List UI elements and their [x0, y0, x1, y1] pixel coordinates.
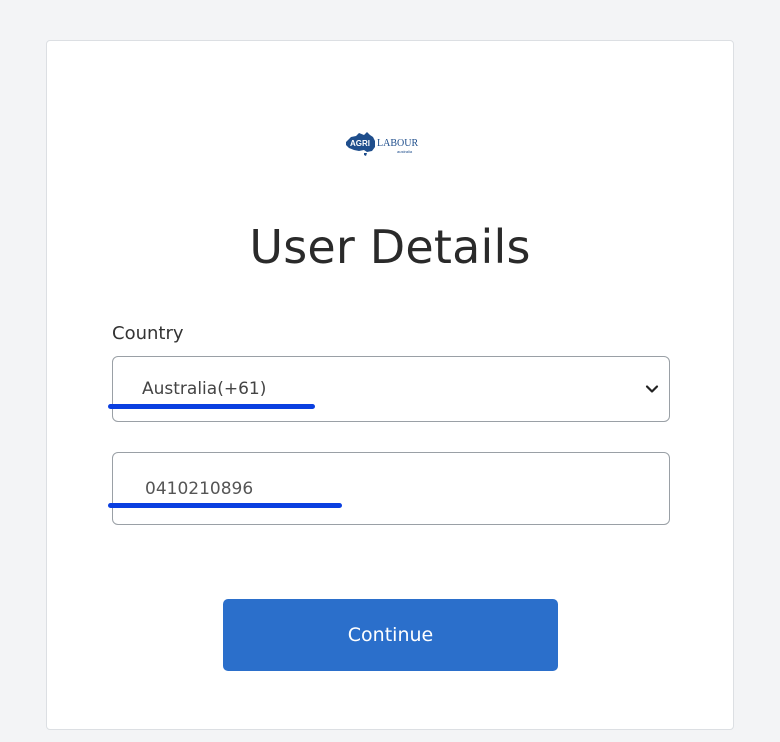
svg-text:AGRI: AGRI: [350, 139, 370, 148]
annotation-underline-phone: [108, 503, 342, 508]
continue-button[interactable]: Continue: [223, 599, 558, 671]
phone-field-container: [112, 452, 670, 525]
country-select[interactable]: Australia(+61): [112, 356, 670, 422]
chevron-down-icon: [644, 381, 660, 397]
svg-text:australia: australia: [397, 149, 413, 154]
country-select-value: Australia(+61): [142, 379, 267, 399]
phone-number-input[interactable]: [145, 479, 625, 499]
annotation-underline-country: [108, 404, 315, 409]
country-label: Country: [112, 323, 184, 344]
page-title: User Details: [249, 220, 531, 274]
svg-text:LABOUR: LABOUR: [377, 138, 418, 149]
agri-labour-logo: AGRI LABOUR australia: [342, 124, 438, 164]
